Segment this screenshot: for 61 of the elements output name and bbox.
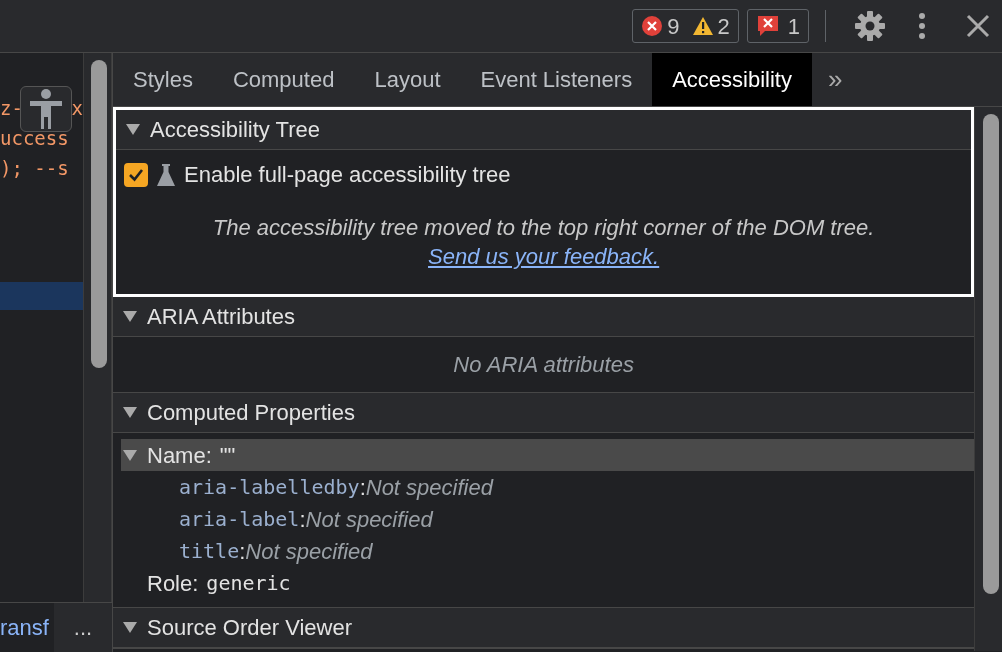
checkbox-label: Enable full-page accessibility tree: [184, 161, 511, 189]
error-icon: [641, 15, 664, 37]
tab[interactable]: Event Listeners: [460, 53, 653, 106]
flask-icon: [156, 162, 176, 187]
error-count: 9: [667, 12, 680, 41]
section-title: ARIA Attributes: [147, 303, 295, 331]
section-title: Accessibility Tree: [150, 116, 320, 144]
disclosure-triangle[interactable]: [126, 124, 140, 135]
section-title: Source Order Viewer: [147, 614, 352, 642]
code-text: x: [71, 96, 83, 121]
attribute-name: aria-labelledby: [179, 474, 360, 501]
attribute-value: Not specified: [245, 537, 373, 566]
colon: :: [359, 473, 366, 502]
menu-icon: [918, 12, 926, 40]
section-header[interactable]: ARIA Attributes: [113, 297, 975, 337]
warning-count: 2: [717, 12, 730, 41]
code-text: z-: [0, 96, 23, 121]
property-row[interactable]: Role: generic: [121, 567, 975, 599]
section-header[interactable]: Source Order Viewer: [113, 608, 975, 648]
property-label: Name:: [147, 441, 212, 470]
issue-icon: [755, 14, 780, 38]
feedback-link[interactable]: Send us your feedback.: [428, 244, 660, 269]
disclosure-triangle[interactable]: [123, 622, 137, 633]
issue-count: 1: [787, 12, 800, 41]
disclosure-triangle[interactable]: [123, 449, 137, 461]
section-header[interactable]: Accessibility Tree: [116, 110, 972, 150]
disclosure-triangle[interactable]: [123, 407, 137, 418]
section-header[interactable]: Computed Properties: [113, 393, 975, 433]
person-icon: [29, 89, 63, 129]
tab[interactable]: Accessibility: [652, 53, 812, 106]
attribute-value: Not specified: [305, 505, 433, 534]
warning-icon: [691, 16, 714, 36]
colon: :: [299, 505, 306, 534]
empty-message: No ARIA attributes: [453, 351, 634, 379]
more-button[interactable]: ...: [54, 603, 112, 652]
issue-counter[interactable]: 9 2: [632, 9, 739, 43]
tab[interactable]: Styles: [113, 53, 213, 106]
settings-icon: [854, 10, 886, 42]
section-title: Computed Properties: [147, 399, 355, 427]
breadcrumb-item[interactable]: ransf: [0, 611, 49, 644]
property-row[interactable]: Name: "": [121, 439, 975, 471]
colon: :: [239, 537, 246, 566]
code-text: uccess: [0, 126, 69, 151]
close-icon: [966, 14, 990, 38]
info-text: The accessibility tree moved to the top right corner of the DOM tree. Send us your feedback.: [211, 214, 876, 271]
attribute-value: Not specified: [365, 473, 493, 502]
issues-button[interactable]: 1: [746, 9, 809, 43]
disclosure-triangle[interactable]: [123, 311, 137, 322]
property-label: Role:: [147, 569, 199, 598]
property-value: generic: [206, 570, 291, 597]
scrollbar-thumb[interactable]: [91, 60, 107, 368]
property-value: "": [219, 441, 236, 470]
overflow-button[interactable]: »: [811, 53, 859, 106]
accessibility-button[interactable]: [20, 86, 72, 132]
tab[interactable]: Layout: [354, 53, 461, 106]
attribute-name: aria-label: [179, 506, 300, 533]
tab[interactable]: Computed: [212, 53, 355, 106]
checkbox[interactable]: [124, 162, 148, 187]
code-text: ); --s: [0, 156, 69, 181]
scrollbar-thumb[interactable]: [983, 114, 1000, 594]
attribute-name: title: [179, 538, 240, 565]
